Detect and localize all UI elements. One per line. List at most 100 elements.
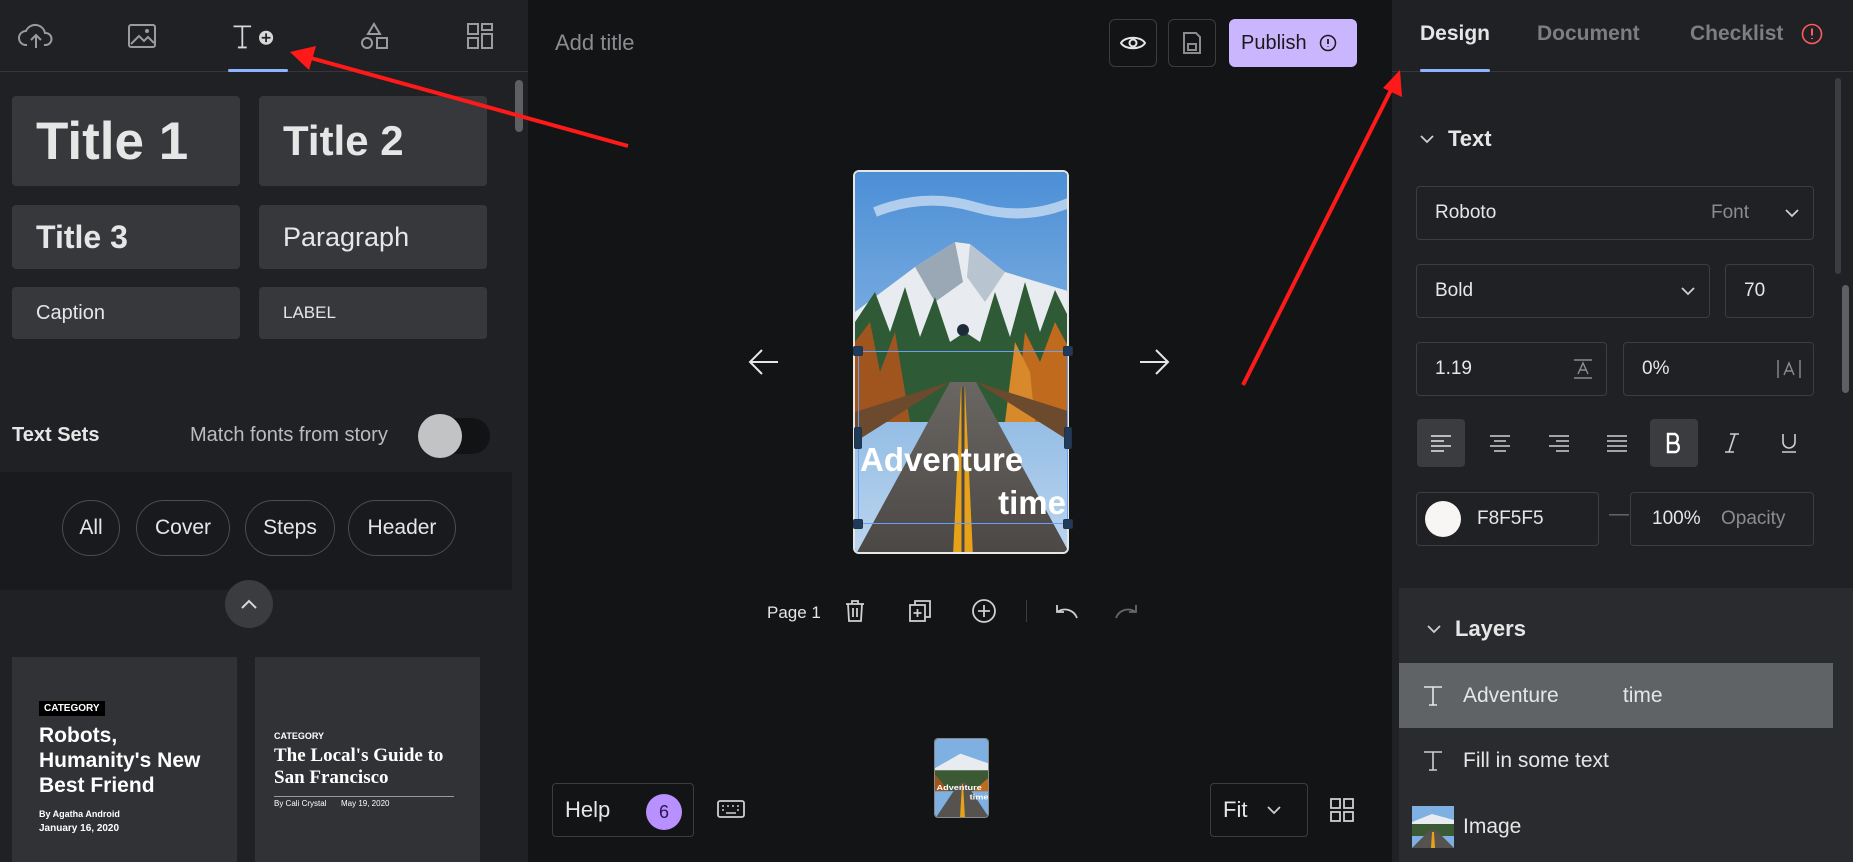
- canvas-text-line-2: time: [998, 484, 1066, 521]
- italic-icon: [1725, 433, 1739, 453]
- page-thumbnail[interactable]: Adventure time: [934, 738, 989, 818]
- story-title-input[interactable]: Add title: [555, 30, 635, 56]
- chevron-down-icon: [1785, 208, 1799, 217]
- font-weight-select[interactable]: Bold: [1416, 264, 1710, 318]
- tab-design[interactable]: Design: [1420, 22, 1490, 46]
- add-page-button[interactable]: [971, 595, 997, 627]
- undo-icon: [1056, 605, 1078, 619]
- font-size-input[interactable]: 70: [1725, 264, 1814, 318]
- page-templates-icon: [467, 23, 493, 49]
- layer-name: Fill in some text: [1463, 748, 1609, 772]
- shapes-icon: [361, 22, 388, 49]
- delete-page-button[interactable]: [844, 595, 866, 627]
- inspector-scrollbar[interactable]: [1835, 78, 1841, 274]
- align-justify-button[interactable]: [1593, 419, 1641, 467]
- preset-label[interactable]: LABEL: [259, 287, 487, 339]
- resize-handle-top-right[interactable]: [1063, 346, 1073, 356]
- filter-header[interactable]: Header: [348, 500, 456, 556]
- inspector-panel: Design Document Checklist Text Roboto Fo…: [1392, 0, 1853, 862]
- help-center-button[interactable]: Help 6: [552, 783, 694, 837]
- help-count-badge: 6: [646, 794, 682, 830]
- library-tabs: [0, 0, 528, 72]
- text-color-input[interactable]: F8F5F5: [1416, 492, 1599, 546]
- save-draft-button[interactable]: [1168, 19, 1216, 67]
- underline-icon: [1782, 434, 1796, 453]
- next-page-button[interactable]: [1134, 342, 1174, 382]
- library-panel: Title 1 Title 2 Title 3 Paragraph Captio…: [0, 0, 528, 862]
- chevron-down-icon: [1267, 805, 1282, 814]
- opacity-value: 100%: [1652, 508, 1701, 529]
- library-scrollbar[interactable]: [515, 80, 523, 132]
- rotate-handle[interactable]: [957, 324, 969, 336]
- preset-title-3[interactable]: Title 3: [12, 205, 240, 269]
- text-layer-icon: [1411, 685, 1455, 707]
- undo-button[interactable]: [1050, 595, 1080, 627]
- grid-view-button[interactable]: [1330, 798, 1354, 827]
- letter-spacing-input[interactable]: 0%: [1623, 342, 1814, 396]
- plus-circle-icon: [972, 599, 996, 623]
- layer-name: Image: [1463, 814, 1522, 838]
- filter-all[interactable]: All: [62, 500, 120, 556]
- line-height-input[interactable]: 1.19: [1416, 342, 1607, 396]
- align-center-button[interactable]: [1476, 419, 1524, 467]
- bold-icon: [1666, 432, 1680, 454]
- arrow-right-icon: [1140, 349, 1170, 375]
- text-color-value: F8F5F5: [1477, 508, 1544, 529]
- opacity-label: Opacity: [1721, 508, 1786, 529]
- layer-item[interactable]: Image: [1399, 794, 1833, 859]
- tab-checklist[interactable]: Checklist: [1690, 22, 1783, 46]
- info-icon: [1319, 34, 1336, 52]
- text-section-header[interactable]: Text: [1420, 126, 1492, 152]
- card-headline: Robots, Humanity's New Best Friend: [39, 724, 201, 797]
- preview-button[interactable]: [1109, 19, 1157, 67]
- opacity-input[interactable]: 100% Opacity: [1630, 492, 1814, 546]
- publish-button[interactable]: Publish: [1229, 19, 1357, 67]
- shapes-tab[interactable]: [352, 14, 396, 58]
- underline-button[interactable]: [1765, 419, 1813, 467]
- layer-item[interactable]: Fill in some text: [1399, 728, 1833, 793]
- templates-tab[interactable]: [458, 14, 502, 58]
- align-right-button[interactable]: [1535, 419, 1583, 467]
- thumbnail-image: Adventure time: [935, 739, 988, 817]
- text-set-card-2[interactable]: CATEGORY The Local's Guide to San Franci…: [255, 657, 480, 862]
- layers-header[interactable]: Layers: [1427, 616, 1526, 642]
- font-family-select[interactable]: Roboto Font: [1416, 186, 1814, 240]
- text-sets-title: Text Sets: [12, 424, 100, 446]
- text-set-card-1[interactable]: CATEGORY Robots, Humanity's New Best Fri…: [12, 657, 237, 862]
- card-byline: By Agatha Android: [39, 809, 120, 819]
- resize-handle-top-left[interactable]: [853, 346, 863, 356]
- card-byline: By Cali Crystal: [274, 799, 327, 808]
- save-icon: [1183, 32, 1201, 54]
- tab-document[interactable]: Document: [1537, 22, 1640, 46]
- redo-icon: [1115, 605, 1137, 619]
- preset-title-1[interactable]: Title 1: [12, 96, 240, 186]
- align-left-button[interactable]: [1417, 419, 1465, 467]
- preset-paragraph[interactable]: Paragraph: [259, 205, 487, 269]
- filter-steps[interactable]: Steps: [245, 500, 335, 556]
- match-fonts-toggle[interactable]: [418, 414, 490, 458]
- keyboard-shortcuts-button[interactable]: [716, 798, 746, 825]
- filter-cover[interactable]: Cover: [136, 500, 230, 556]
- page-label: Page 1: [767, 603, 821, 622]
- canvas-text-element[interactable]: Adventure time: [860, 438, 1066, 524]
- preset-caption[interactable]: Caption: [12, 287, 240, 339]
- italic-button[interactable]: [1708, 419, 1756, 467]
- preset-title-2[interactable]: Title 2: [259, 96, 487, 186]
- text-tab[interactable]: [228, 14, 288, 72]
- text-set-filters: All Cover Steps Header: [0, 472, 512, 590]
- card-category: CATEGORY: [274, 731, 325, 741]
- layer-item[interactable]: Adventure time: [1399, 663, 1833, 728]
- previous-page-button[interactable]: [744, 342, 784, 382]
- cloud-upload-icon: [18, 23, 53, 48]
- media-tab[interactable]: [120, 14, 164, 58]
- panel-scrollbar[interactable]: [1842, 285, 1849, 393]
- collapse-button[interactable]: [225, 580, 273, 628]
- text-add-icon: [233, 25, 274, 49]
- bold-button[interactable]: [1650, 419, 1698, 467]
- redo-button[interactable]: [1113, 595, 1143, 627]
- color-swatch[interactable]: [1425, 501, 1461, 537]
- duplicate-page-button[interactable]: [908, 595, 932, 627]
- field-separator: —: [1609, 503, 1629, 525]
- upload-tab[interactable]: [14, 14, 58, 58]
- zoom-select[interactable]: Fit: [1210, 783, 1308, 837]
